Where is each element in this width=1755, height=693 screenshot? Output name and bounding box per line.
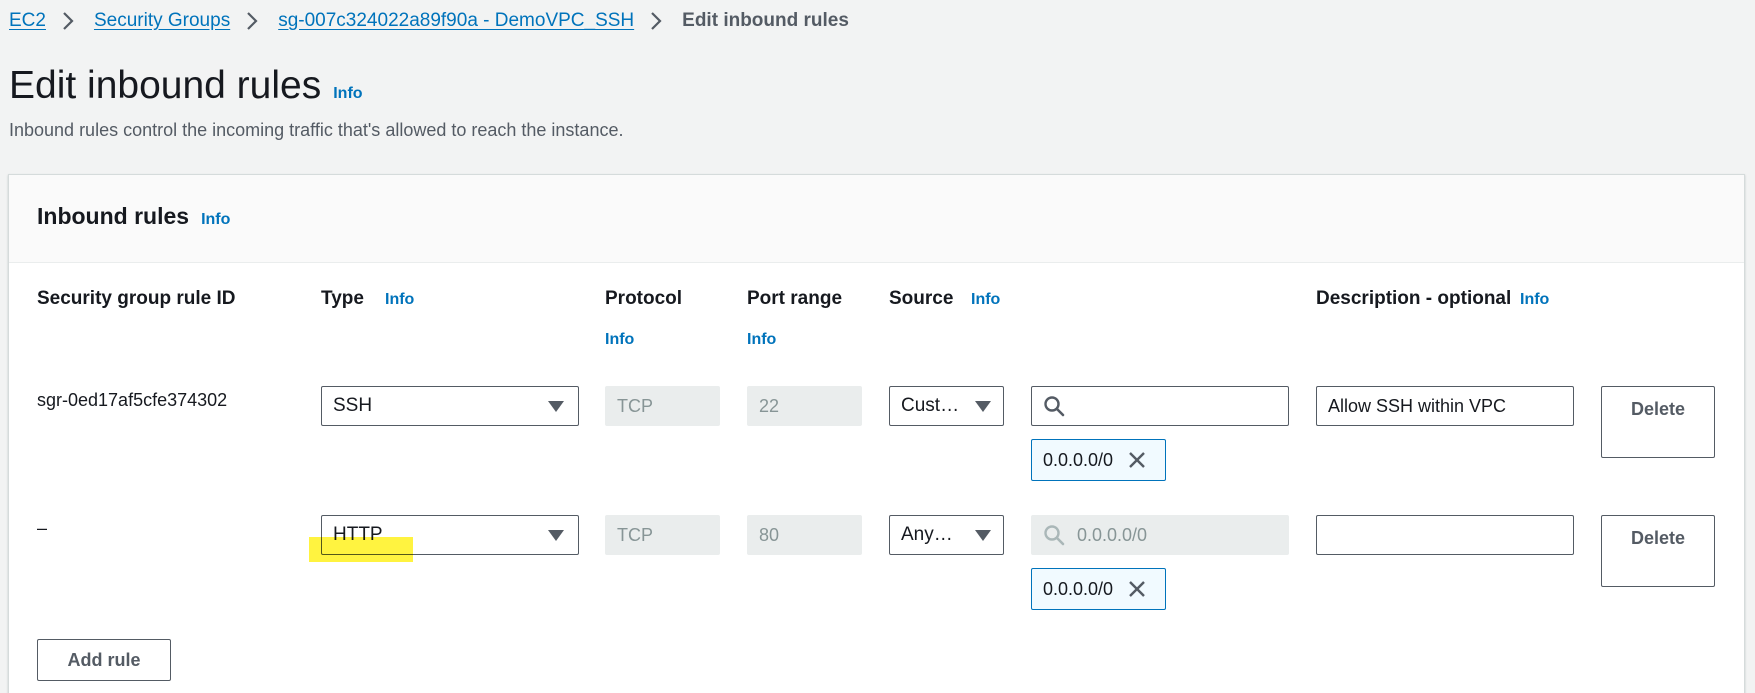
close-icon[interactable] [1127,450,1147,470]
column-header-source: Source [889,288,954,309]
source-search-input[interactable] [1031,386,1289,426]
page-description: Inbound rules control the incoming traff… [9,120,624,140]
source-info-link[interactable]: Info [971,291,1000,309]
breadcrumb: EC2 Security Groups sg-007c324022a89f90a… [9,8,849,34]
panel-header: Inbound rules Info [9,175,1744,263]
search-icon [1044,525,1065,546]
rule-id: – [37,518,48,538]
column-header-description: Description - optional [1316,288,1512,309]
breadcrumb-security-group[interactable]: sg-007c324022a89f90a - DemoVPC_SSH [278,10,634,32]
rule-id: sgr-0ed17af5cfe374302 [37,390,228,410]
source-type-value: Cust… [901,395,960,416]
caret-down-icon [975,400,991,412]
page-header: Edit inbound rules Info [9,64,363,108]
breadcrumb-current: Edit inbound rules [682,10,849,31]
protocol-value: TCP [617,395,653,416]
type-select-value: HTTP [333,524,383,545]
chevron-right-icon [63,12,74,30]
caret-down-icon [548,529,564,541]
protocol-value: TCP [617,524,653,545]
source-type-value: Any… [901,524,953,545]
source-search-input: 0.0.0.0/0 [1031,515,1289,555]
port-range-field: 80 [747,515,862,555]
source-search-value: 0.0.0.0/0 [1077,524,1148,545]
source-token: 0.0.0.0/0 [1031,568,1166,610]
source-type-select[interactable]: Any… [889,515,1004,555]
chevron-right-icon [651,12,662,30]
source-token: 0.0.0.0/0 [1031,439,1166,481]
type-info-link[interactable]: Info [385,291,414,309]
column-header-rule-id: Security group rule ID [37,288,236,309]
breadcrumb-security-groups[interactable]: Security Groups [94,10,230,32]
panel-info-link[interactable]: Info [201,211,230,229]
breadcrumb-ec2[interactable]: EC2 [9,10,46,32]
type-select[interactable]: SSH [321,386,579,426]
delete-rule-button[interactable]: Delete [1601,515,1715,587]
close-icon[interactable] [1127,579,1147,599]
column-header-protocol: Protocol [605,288,683,309]
source-token-label: 0.0.0.0/0 [1043,578,1114,599]
type-select-value: SSH [333,395,373,416]
column-header-port-range: Port range [747,288,843,309]
protocol-info-link[interactable]: Info [605,331,634,349]
protocol-field: TCP [605,515,720,555]
protocol-field: TCP [605,386,720,426]
description-info-link[interactable]: Info [1520,291,1549,309]
panel-title: Inbound rules [37,203,190,229]
column-header-type: Type [321,288,364,309]
delete-rule-button[interactable]: Delete [1601,386,1715,458]
description-value: Allow SSH within VPC [1328,395,1507,416]
add-rule-button[interactable]: Add rule [37,639,171,681]
description-input[interactable] [1316,515,1574,555]
port-range-info-link[interactable]: Info [747,331,776,349]
source-token-label: 0.0.0.0/0 [1043,449,1114,470]
search-icon [1044,396,1065,417]
page: EC2 Security Groups sg-007c324022a89f90a… [0,0,1755,693]
caret-down-icon [548,400,564,412]
chevron-right-icon [247,12,258,30]
caret-down-icon [975,529,991,541]
page-info-link[interactable]: Info [333,85,362,103]
description-input[interactable]: Allow SSH within VPC [1316,386,1574,426]
inbound-rules-panel: Inbound rules Info Security group rule I… [8,174,1745,693]
port-range-field: 22 [747,386,862,426]
port-range-value: 22 [759,395,780,416]
panel-title-wrap: Inbound rules Info [37,203,230,230]
source-type-select[interactable]: Cust… [889,386,1004,426]
port-range-value: 80 [759,524,780,545]
page-title: Edit inbound rules [9,64,322,107]
type-select[interactable]: HTTP [321,515,579,555]
